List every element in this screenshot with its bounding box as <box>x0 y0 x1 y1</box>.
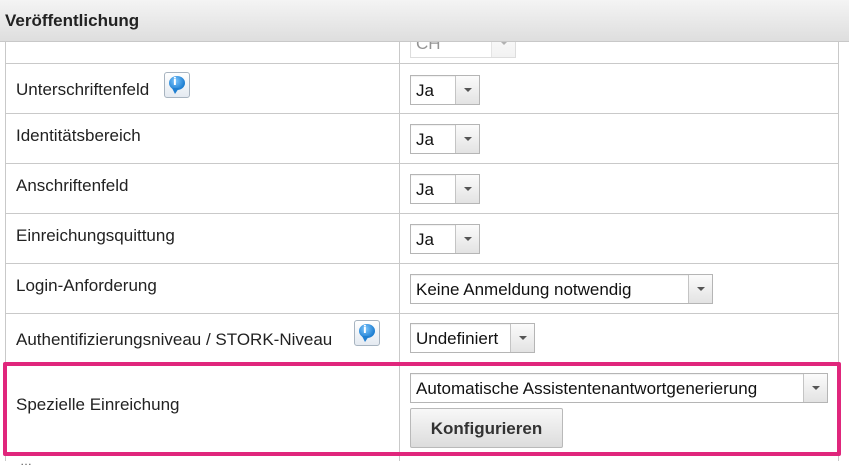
signature-field-select[interactable]: Ja <box>410 75 480 105</box>
partial-select-value: CH <box>416 42 441 53</box>
chevron-down-icon <box>455 125 479 153</box>
partial-row-top: CH <box>5 42 839 64</box>
info-bubble-icon[interactable]: i <box>164 72 190 98</box>
signature-field-value: Ja <box>416 81 434 100</box>
row-submission-receipt: Einreichungsquittung Ja <box>5 214 839 264</box>
panel-header: Veröffentlichung <box>0 0 849 42</box>
submission-receipt-label: Einreichungsquittung <box>16 226 175 245</box>
info-bubble-icon[interactable]: i <box>354 320 380 346</box>
auth-level-select[interactable]: Undefiniert <box>410 323 535 353</box>
partial-bottom-text: … <box>20 454 32 468</box>
row-address-field: Anschriftenfeld Ja <box>5 164 839 214</box>
address-field-label: Anschriftenfeld <box>16 176 129 195</box>
partial-select[interactable]: CH <box>410 42 516 58</box>
chevron-down-icon <box>455 225 479 253</box>
row-identity-area: Identitätsbereich Ja <box>5 114 839 164</box>
chevron-down-icon <box>688 275 712 303</box>
row-signature-field: Unterschriftenfeld i Ja <box>5 64 839 114</box>
chevron-down-icon <box>510 324 534 352</box>
login-requirement-select[interactable]: Keine Anmeldung notwendig <box>410 274 713 304</box>
identity-area-value: Ja <box>416 130 434 149</box>
highlight-frame <box>3 362 841 456</box>
panel-title: Veröffentlichung <box>5 11 140 30</box>
login-requirement-value: Keine Anmeldung notwendig <box>416 280 632 299</box>
address-field-select[interactable]: Ja <box>410 174 480 204</box>
identity-area-label: Identitätsbereich <box>16 126 141 145</box>
address-field-value: Ja <box>416 180 434 199</box>
login-requirement-label: Login-Anforderung <box>16 276 157 295</box>
submission-receipt-select[interactable]: Ja <box>410 224 480 254</box>
submission-receipt-value: Ja <box>416 230 434 249</box>
row-login-requirement: Login-Anforderung Keine Anmeldung notwen… <box>5 264 839 314</box>
chevron-down-icon <box>455 175 479 203</box>
chevron-down-icon <box>455 76 479 104</box>
row-auth-level: Authentifizierungsniveau / STORK-Niveau … <box>5 314 839 364</box>
auth-level-value: Undefiniert <box>416 329 499 348</box>
chevron-down-icon <box>491 42 515 57</box>
signature-field-label: Unterschriftenfeld <box>16 80 150 99</box>
identity-area-select[interactable]: Ja <box>410 124 480 154</box>
auth-level-label: Authentifizierungsniveau / STORK-Niveau <box>16 330 333 349</box>
